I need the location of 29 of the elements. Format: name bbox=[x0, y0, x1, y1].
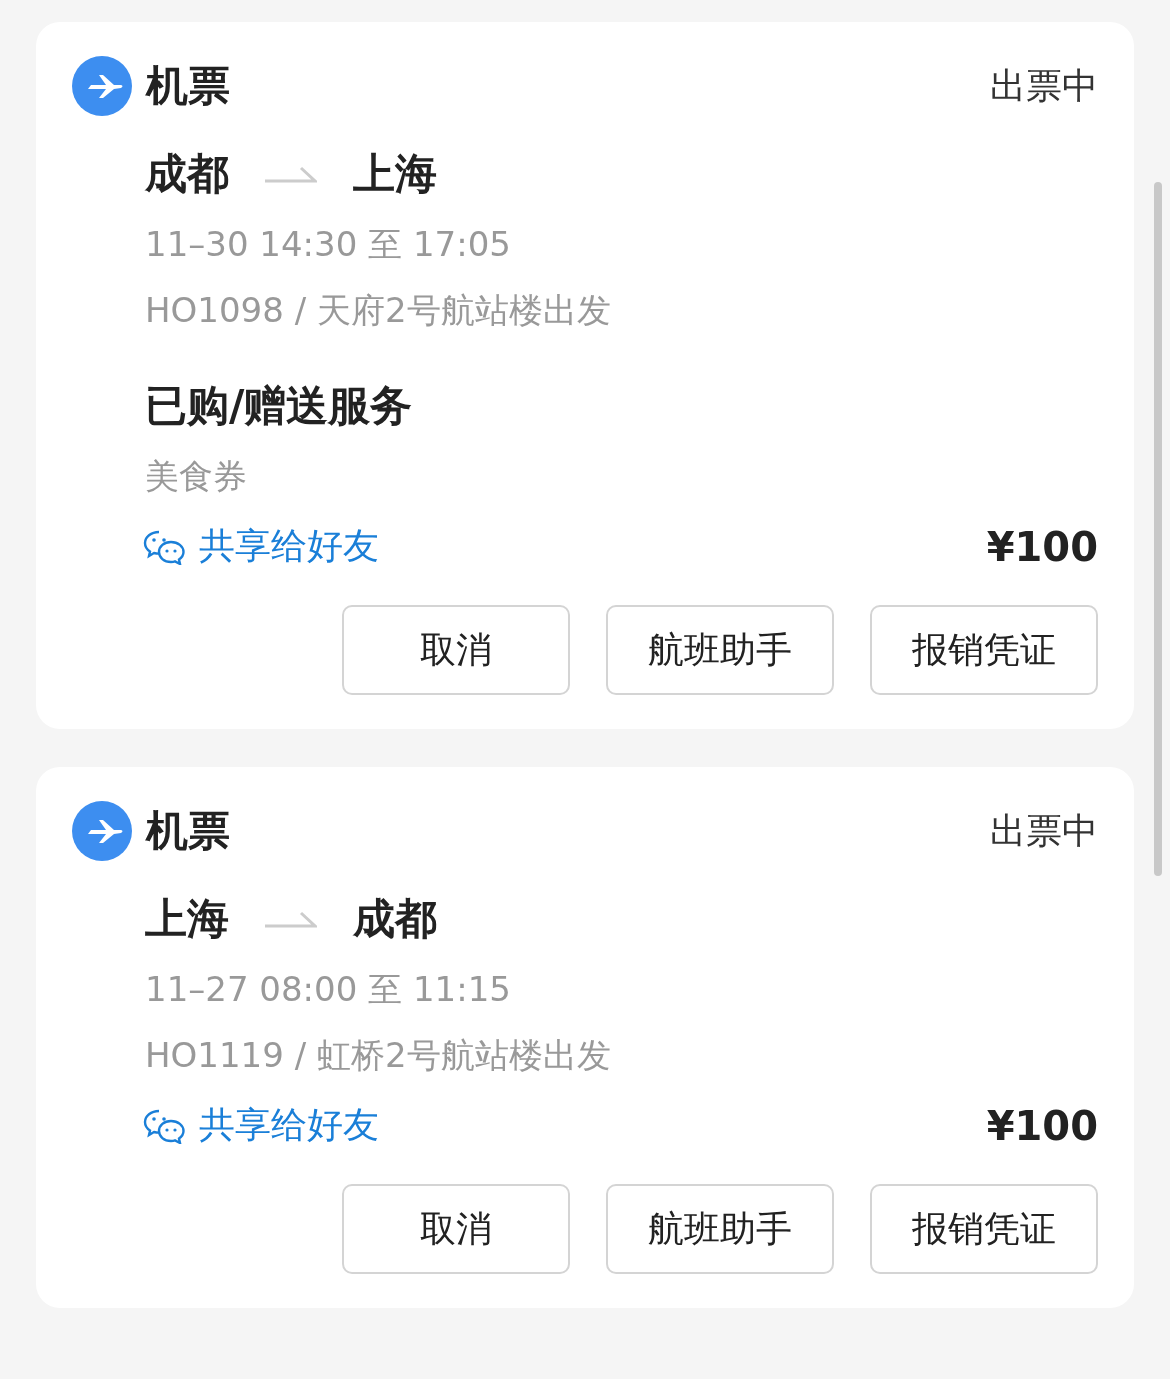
category-title: 机票 bbox=[146, 805, 230, 857]
flight-info: HO1098 / 天府2号航站楼出发 bbox=[145, 289, 612, 332]
flight-info: HO1119 / 虹桥2号航站楼出发 bbox=[145, 1034, 612, 1077]
airplane-icon bbox=[72, 801, 132, 861]
order-status: 出票中 bbox=[990, 63, 1098, 108]
price: ¥100 bbox=[986, 523, 1098, 570]
action-button[interactable]: 取消 bbox=[342, 1184, 570, 1274]
airplane-icon bbox=[72, 56, 132, 116]
action-button[interactable]: 报销凭证 bbox=[870, 605, 1098, 695]
flight-time: 11–30 14:30 至 17:05 bbox=[145, 223, 512, 266]
services-heading: 已购/赠送服务 bbox=[145, 380, 414, 432]
action-button[interactable]: 航班助手 bbox=[606, 605, 834, 695]
chat-bubbles-icon bbox=[143, 1107, 185, 1144]
arrival-city: 上海 bbox=[353, 148, 437, 200]
service-item: 美食券 bbox=[145, 455, 248, 498]
action-button[interactable]: 取消 bbox=[342, 605, 570, 695]
departure-city: 上海 bbox=[145, 893, 229, 945]
action-button[interactable]: 航班助手 bbox=[606, 1184, 834, 1274]
share-link[interactable]: 共享给好友 bbox=[143, 522, 379, 571]
arrival-city: 成都 bbox=[353, 893, 437, 945]
scrollbar[interactable] bbox=[1154, 182, 1162, 876]
chat-bubbles-icon bbox=[143, 528, 185, 565]
departure-city: 成都 bbox=[145, 148, 229, 200]
share-link[interactable]: 共享给好友 bbox=[143, 1101, 379, 1150]
order-status: 出票中 bbox=[990, 808, 1098, 853]
action-button[interactable]: 报销凭证 bbox=[870, 1184, 1098, 1274]
category-title: 机票 bbox=[146, 60, 230, 112]
flight-time: 11–27 08:00 至 11:15 bbox=[145, 968, 512, 1011]
price: ¥100 bbox=[986, 1102, 1098, 1149]
